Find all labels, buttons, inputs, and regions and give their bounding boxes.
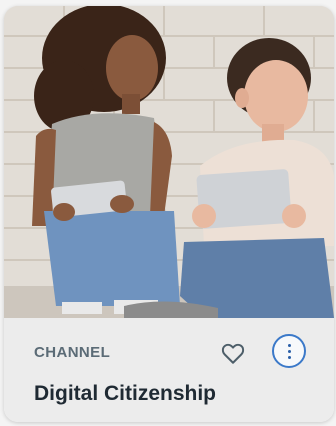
vertical-ellipsis-icon	[287, 343, 291, 359]
thumbnail-photo	[4, 6, 334, 318]
card-title[interactable]: Digital Citizenship	[34, 382, 216, 406]
card-info: CHANNEL Digital Citizenship	[4, 318, 334, 422]
more-options-button[interactable]	[272, 334, 306, 368]
content-card[interactable]: CHANNEL Digital Citizenship	[4, 6, 334, 422]
heart-outline-icon	[221, 343, 245, 364]
card-thumbnail[interactable]	[4, 6, 334, 318]
card-type-label: CHANNEL	[34, 344, 111, 361]
favorite-button[interactable]	[220, 340, 246, 366]
